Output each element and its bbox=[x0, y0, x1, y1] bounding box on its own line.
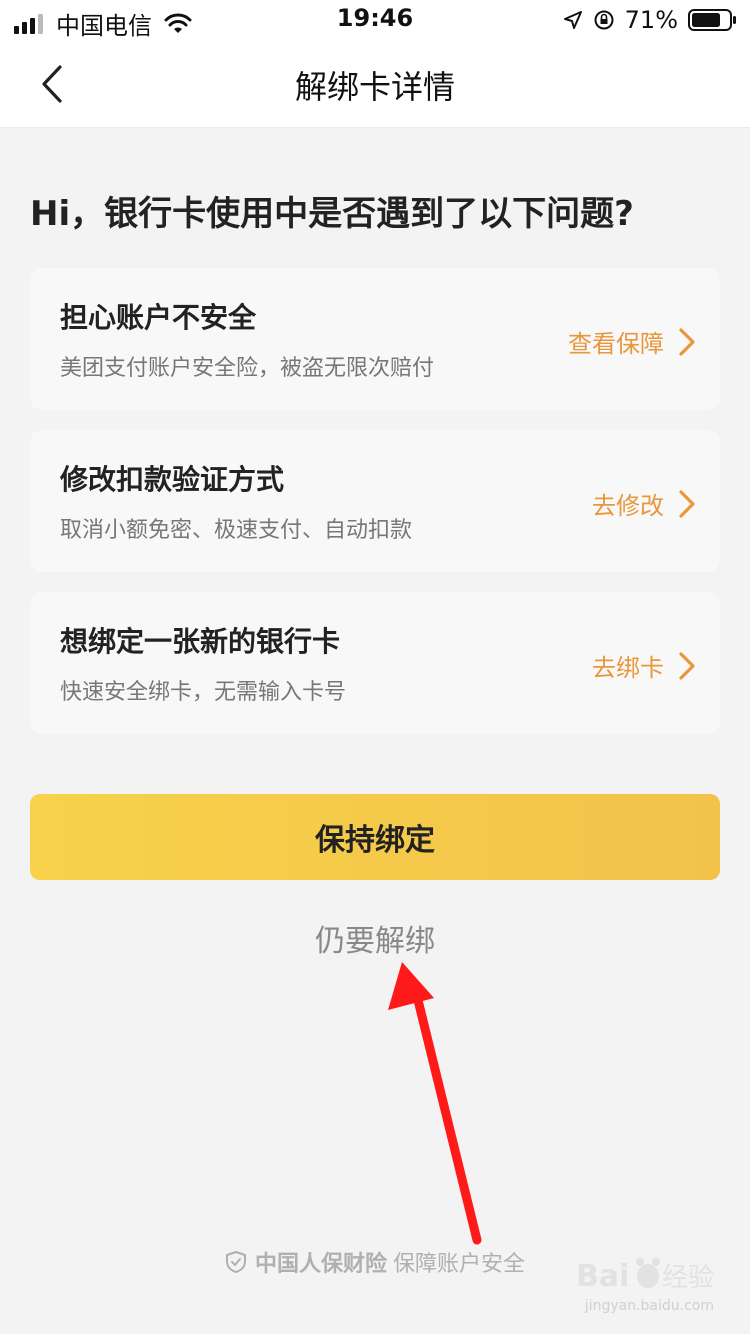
annotation-arrow-icon bbox=[388, 962, 482, 1245]
card-title: 担心账户不安全 bbox=[60, 301, 257, 334]
card-description: 取消小额免密、极速支付、自动扣款 bbox=[60, 518, 413, 543]
svg-text:经验: 经验 bbox=[662, 1263, 714, 1293]
chevron-right-icon bbox=[679, 489, 695, 518]
option-card-account-security[interactable]: 担心账户不安全 美团支付账户安全险，被盗无限次赔付 查看保障 bbox=[30, 268, 720, 410]
option-card-new-card[interactable]: 想绑定一张新的银行卡 快速安全绑卡，无需输入卡号 去绑卡 bbox=[30, 592, 720, 734]
svg-text:Bai: Bai bbox=[576, 1259, 629, 1294]
bind-card-link[interactable]: 去绑卡 bbox=[592, 648, 696, 683]
card-description: 快速安全绑卡，无需输入卡号 bbox=[60, 680, 347, 705]
view-protection-link[interactable]: 查看保障 bbox=[568, 324, 696, 359]
question-heading: Hi，银行卡使用中是否遇到了以下问题? bbox=[30, 194, 634, 234]
nav-bar: 解绑卡详情 bbox=[0, 40, 750, 128]
page-title: 解绑卡详情 bbox=[294, 68, 455, 106]
card-title: 修改扣款验证方式 bbox=[60, 463, 285, 496]
card-action-label: 去修改 bbox=[592, 492, 664, 520]
modify-link[interactable]: 去修改 bbox=[592, 486, 696, 521]
shield-check-icon bbox=[225, 1251, 246, 1273]
battery-icon bbox=[688, 9, 736, 31]
battery-percent: 71% bbox=[624, 6, 678, 34]
rotation-lock-icon bbox=[594, 10, 614, 30]
watermark-url: jingyan.baidu.com bbox=[584, 1298, 714, 1314]
chevron-right-icon bbox=[679, 651, 695, 680]
card-action-label: 去绑卡 bbox=[592, 654, 664, 682]
keep-bind-button[interactable]: 保持绑定 bbox=[30, 794, 720, 880]
location-arrow-icon bbox=[563, 11, 582, 29]
card-description: 美团支付账户安全险，被盗无限次赔付 bbox=[60, 356, 435, 381]
unbind-button[interactable]: 仍要解绑 bbox=[0, 916, 750, 960]
card-title: 想绑定一张新的银行卡 bbox=[60, 625, 341, 658]
option-card-payment-verification[interactable]: 修改扣款验证方式 取消小额免密、极速支付、自动扣款 去修改 bbox=[30, 430, 720, 572]
chevron-right-icon bbox=[679, 327, 695, 356]
status-right: 71% bbox=[553, 6, 736, 34]
footer-brand: 中国人保财险 bbox=[254, 1252, 387, 1277]
card-action-label: 查看保障 bbox=[568, 330, 664, 358]
footer-text: 保障账户安全 bbox=[393, 1252, 526, 1277]
status-bar: 中国电信 19:46 71% bbox=[0, 0, 750, 40]
